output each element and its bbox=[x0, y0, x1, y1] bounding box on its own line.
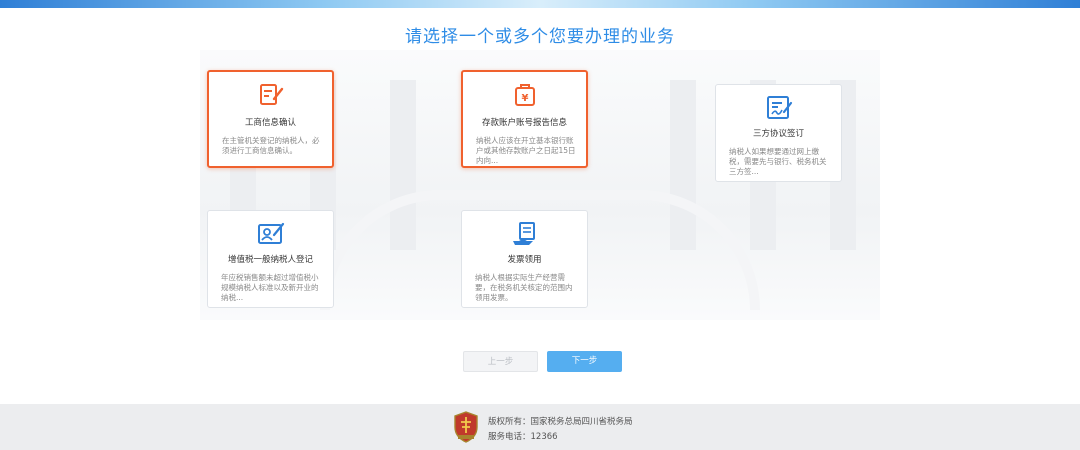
form-edit-icon bbox=[259, 84, 283, 105]
invoice-hand-icon bbox=[512, 222, 535, 245]
copyright-text: 版权所有：国家税务总局四川省税务局 bbox=[488, 417, 633, 427]
card-description: 纳税人应该在开立基本银行账户或其他存款账户之日起15日内向... bbox=[476, 136, 576, 165]
card-invoice-claim[interactable]: 发票领用 纳税人根据实际生产经营需要，在税务机关核定的范围内领用发票。 bbox=[461, 210, 588, 308]
card-description: 纳税人根据实际生产经营需要，在税务机关核定的范围内领用发票。 bbox=[475, 273, 573, 302]
page-title: 请选择一个或多个您要办理的业务 bbox=[405, 27, 675, 47]
agreement-signature-icon bbox=[766, 96, 792, 119]
service-phone-text: 服务电话：12366 bbox=[488, 432, 558, 442]
top-banner bbox=[0, 0, 1080, 8]
card-tripartite-agreement[interactable]: 三方协议签订 纳税人如果想要通过网上缴税，需要先与银行、税务机关三方签... bbox=[715, 84, 842, 182]
bank-account-bag-icon: ¥ bbox=[514, 84, 535, 106]
tax-emblem-icon bbox=[454, 411, 478, 443]
card-business-info-confirm[interactable]: 工商信息确认 在主管机关登记的纳税人，必须进行工商信息确认。 bbox=[207, 70, 334, 168]
card-title: 三方协议签订 bbox=[752, 129, 804, 139]
previous-step-button[interactable]: 上一步 bbox=[463, 351, 538, 372]
card-deposit-account-report[interactable]: ¥ 存款账户账号报告信息 纳税人应该在开立基本银行账户或其他存款账户之日起15日… bbox=[461, 70, 588, 168]
card-title: 增值税一般纳税人登记 bbox=[227, 255, 313, 265]
card-vat-general-taxpayer[interactable]: 增值税一般纳税人登记 年应税销售额未超过增值税小规模纳税人标准以及新开业的纳税.… bbox=[207, 210, 334, 308]
id-card-register-icon bbox=[257, 222, 284, 244]
card-description: 年应税销售额未超过增值税小规模纳税人标准以及新开业的纳税... bbox=[221, 273, 319, 302]
card-description: 在主管机关登记的纳税人，必须进行工商信息确认。 bbox=[222, 136, 320, 155]
card-title: 存款账户账号报告信息 bbox=[481, 118, 567, 128]
footer: 版权所有：国家税务总局四川省税务局 服务电话：12366 bbox=[0, 404, 1080, 450]
card-description: 纳税人如果想要通过网上缴税，需要先与银行、税务机关三方签... bbox=[729, 147, 827, 176]
card-title: 发票领用 bbox=[507, 255, 542, 265]
card-title: 工商信息确认 bbox=[244, 118, 296, 128]
svg-text:¥: ¥ bbox=[521, 93, 528, 104]
next-step-button[interactable]: 下一步 bbox=[547, 351, 622, 372]
